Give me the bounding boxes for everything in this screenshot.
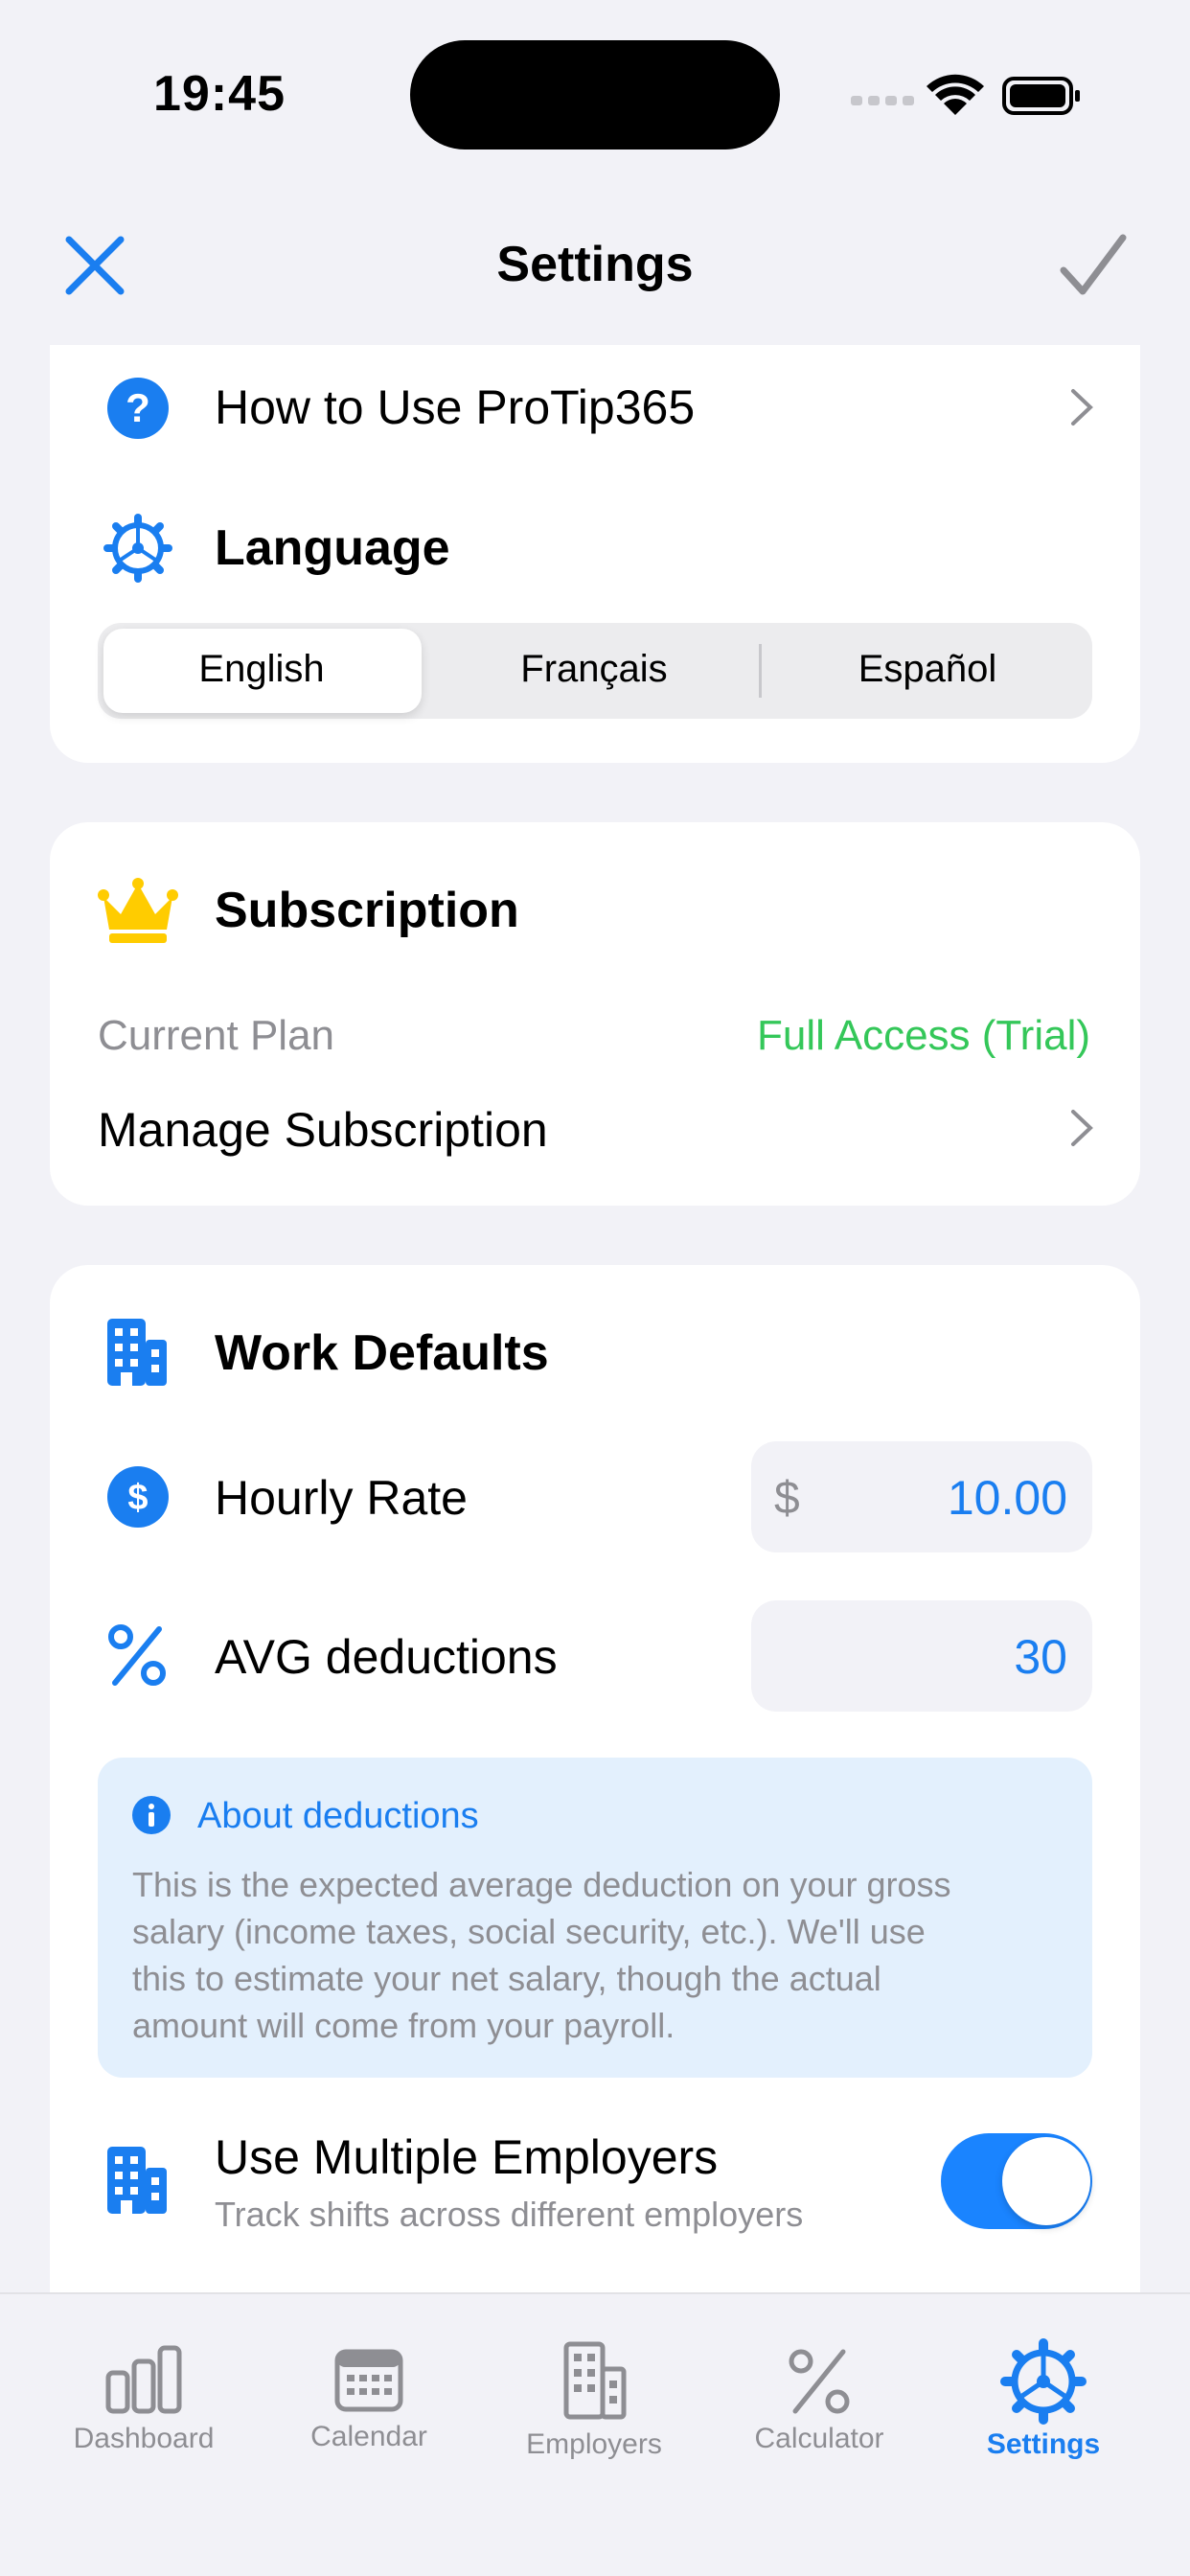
multiple-employers-label: Use Multiple Employers: [215, 2130, 719, 2184]
about-deductions-text: This is the expected average deduction o…: [132, 1861, 1071, 2049]
currency-symbol: $: [774, 1473, 800, 1524]
language-title: Language: [215, 520, 450, 576]
calendar-icon[interactable]: [326, 2338, 412, 2425]
tab-calculator[interactable]: Calculator: [704, 2423, 934, 2455]
multiple-employers-subtitle: Track shifts across different employers: [215, 2195, 804, 2234]
cellular-signal-icon: [851, 96, 914, 105]
subscription-title: Subscription: [215, 883, 519, 938]
checkmark-icon[interactable]: [1054, 228, 1131, 305]
about-deductions-line: amount will come from your payroll.: [132, 2006, 675, 2045]
current-plan-value: Full Access (Trial): [757, 1012, 1090, 1059]
status-icons: [851, 74, 1080, 115]
tab-settings[interactable]: Settings: [928, 2428, 1158, 2461]
page-title: Settings: [496, 237, 694, 292]
avg-deductions-value[interactable]: 30: [876, 1629, 1067, 1685]
segment-divider: [759, 644, 762, 698]
svg-text:$: $: [127, 1478, 148, 1518]
gear-icon: [103, 514, 172, 583]
help-label[interactable]: How to Use ProTip365: [215, 380, 695, 435]
gear-icon[interactable]: [1000, 2338, 1087, 2425]
about-deductions-line: This is the expected average deduction o…: [132, 1865, 951, 1904]
language-option-francais[interactable]: Français: [436, 648, 752, 691]
hourly-rate-label: Hourly Rate: [215, 1471, 468, 1525]
question-icon: ?: [107, 378, 169, 439]
building-icon[interactable]: [551, 2338, 637, 2425]
chevron-right-icon[interactable]: [1064, 1104, 1102, 1152]
bar-chart-icon[interactable]: [101, 2338, 187, 2425]
tab-dashboard[interactable]: Dashboard: [29, 2423, 259, 2455]
tab-calendar[interactable]: Calendar: [254, 2421, 484, 2453]
language-option-espanol[interactable]: Español: [769, 648, 1086, 691]
crown-icon: [98, 878, 178, 943]
about-deductions-line: salary (income taxes, social security, e…: [132, 1912, 926, 1951]
battery-icon: [1002, 77, 1080, 115]
dollar-icon: $: [107, 1466, 169, 1528]
building-icon: [107, 2147, 167, 2214]
toggle-knob[interactable]: [1002, 2137, 1090, 2225]
svg-text:?: ?: [126, 385, 150, 430]
current-plan-label: Current Plan: [98, 1012, 335, 1059]
about-deductions-line: this to estimate your net salary, though…: [132, 1959, 881, 1998]
help-row[interactable]: ?: [107, 378, 169, 439]
tab-employers[interactable]: Employers: [479, 2428, 709, 2461]
avg-deductions-label: AVG deductions: [215, 1630, 558, 1684]
dynamic-island: [410, 40, 780, 150]
info-icon: [132, 1796, 171, 1834]
wifi-icon: [927, 74, 984, 115]
manage-subscription-label[interactable]: Manage Subscription: [98, 1102, 548, 1158]
about-deductions-title: About deductions: [197, 1796, 479, 1836]
language-option-english[interactable]: English: [103, 648, 420, 691]
status-time: 19:45: [153, 66, 286, 122]
work-defaults-title: Work Defaults: [215, 1325, 549, 1381]
chevron-right-icon[interactable]: [1064, 383, 1102, 431]
building-icon: [107, 1319, 167, 1386]
hourly-rate-value[interactable]: 10.00: [876, 1470, 1067, 1526]
percent-icon: [108, 1624, 166, 1686]
percent-icon[interactable]: [776, 2338, 862, 2425]
